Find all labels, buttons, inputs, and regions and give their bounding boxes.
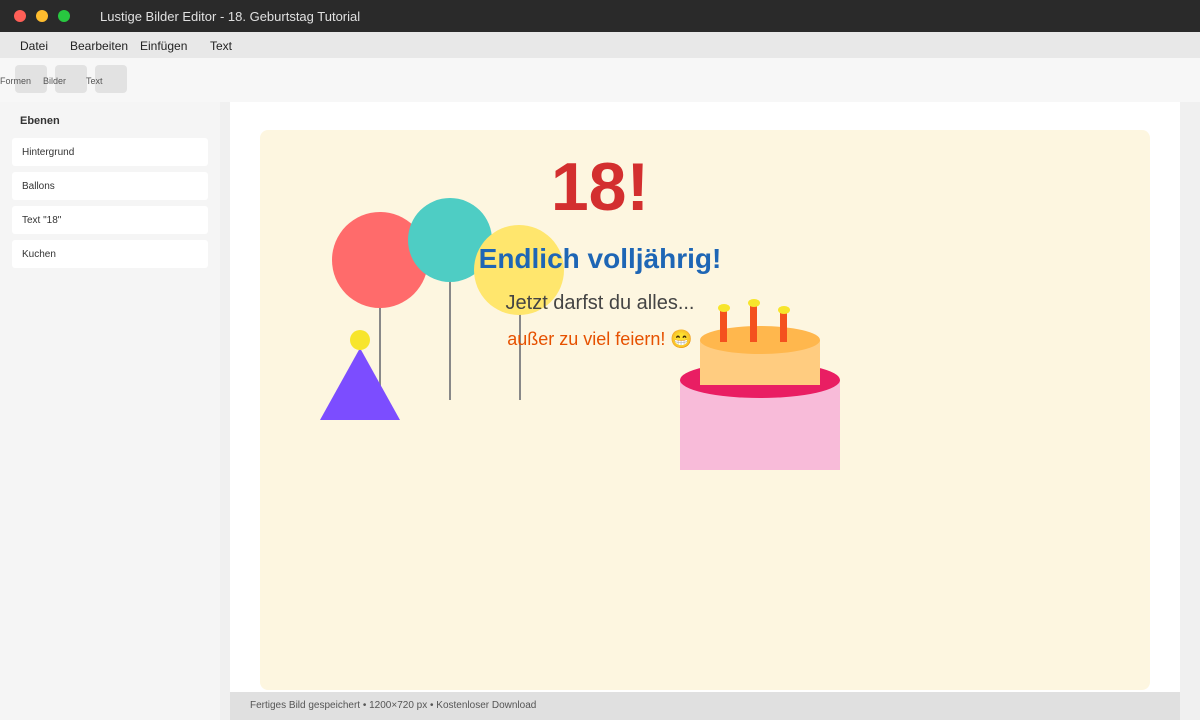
canvas-gutter (220, 102, 230, 720)
title-bar: Lustige Bilder Editor - 18. Geburtstag T… (0, 0, 1200, 32)
candle (780, 310, 787, 342)
maximize-window-button[interactable] (58, 10, 70, 22)
canvas-scrollbar[interactable] (1180, 102, 1200, 720)
shapes-tool-label: Formen (0, 76, 32, 86)
layers-panel: Ebenen Hintergrund Ballons Text "18" Kuc… (0, 102, 220, 720)
birthday-cake[interactable] (678, 296, 842, 472)
layer-item-background[interactable]: Hintergrund (12, 138, 208, 166)
menu-file[interactable]: Datei (20, 39, 48, 53)
images-tool-label: Bilder (43, 76, 67, 86)
candle-flame (748, 299, 760, 307)
status-text: Fertiges Bild gespeichert • 1200×720 px … (250, 700, 537, 711)
party-hat-pompom (350, 330, 370, 350)
big-number-text[interactable]: 18! (551, 148, 649, 226)
candle-flame (718, 304, 730, 312)
layer-item-balloons[interactable]: Ballons (12, 172, 208, 200)
layer-label: Kuchen (22, 249, 56, 260)
editor-window: Lustige Bilder Editor - 18. Geburtstag T… (0, 0, 1200, 720)
party-hat-cone (320, 348, 400, 420)
balloon-string-yellow (519, 310, 521, 400)
layer-label: Ballons (22, 181, 55, 192)
layer-label: Hintergrund (22, 147, 75, 158)
layer-item-text-18[interactable]: Text "18" (12, 206, 208, 234)
menu-text[interactable]: Text (210, 39, 232, 53)
menu-edit[interactable]: Bearbeiten (70, 39, 128, 53)
close-window-button[interactable] (14, 10, 26, 22)
status-bar: Fertiges Bild gespeichert • 1200×720 px … (230, 692, 1180, 720)
subline-text[interactable]: Jetzt darfst du alles... (506, 292, 695, 315)
candle-flame (778, 306, 790, 314)
layer-item-cake[interactable]: Kuchen (12, 240, 208, 268)
layers-panel-title: Ebenen (20, 115, 60, 127)
minimize-window-button[interactable] (36, 10, 48, 22)
window-title: Lustige Bilder Editor - 18. Geburtstag T… (100, 9, 361, 24)
balloon-string-teal (449, 280, 451, 400)
candle (720, 308, 727, 342)
toolbar: Formen Bilder Text (0, 58, 1200, 102)
menu-bar: Datei Bearbeiten Einfügen Text (0, 32, 1200, 58)
cake-top-frosting (700, 326, 820, 354)
menu-insert[interactable]: Einfügen (140, 39, 187, 53)
joke-text[interactable]: außer zu viel feiern! 😁 (507, 329, 692, 350)
layer-label: Text "18" (22, 215, 62, 226)
party-hat[interactable] (320, 328, 400, 420)
headline-text[interactable]: Endlich volljährig! (479, 243, 722, 275)
text-tool-label: Text (86, 76, 103, 86)
candle (750, 304, 757, 342)
